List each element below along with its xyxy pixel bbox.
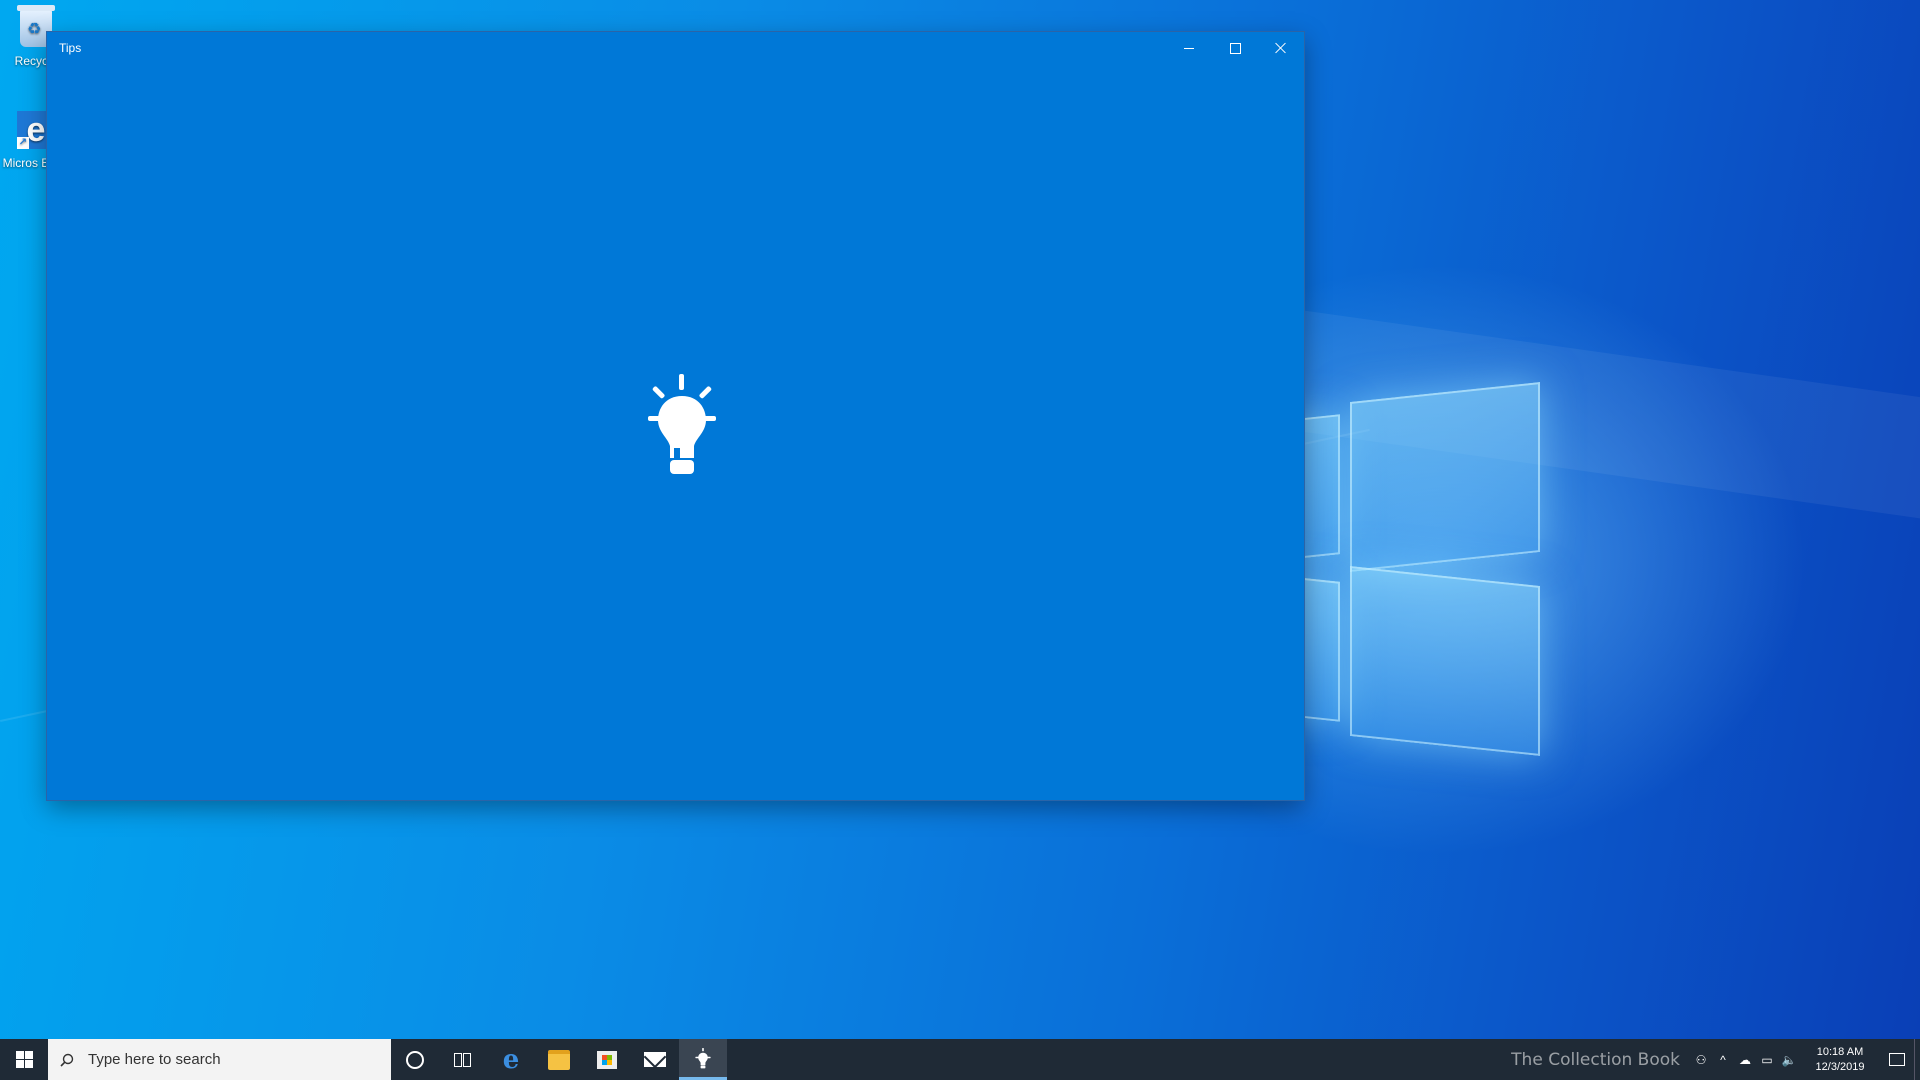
taskbar: Type here to search e The Collection Boo…	[0, 1039, 1920, 1080]
taskbar-mail-button[interactable]	[631, 1039, 679, 1080]
maximize-button[interactable]	[1212, 32, 1258, 64]
close-button[interactable]	[1258, 32, 1304, 64]
onedrive-icon[interactable]: ☁	[1734, 1039, 1756, 1080]
show-desktop-button[interactable]	[1914, 1039, 1920, 1080]
taskbar-store-button[interactable]	[583, 1039, 631, 1080]
taskbar-file-explorer-button[interactable]	[535, 1039, 583, 1080]
watermark-text: The Collection Book	[1511, 1049, 1680, 1070]
close-icon	[1275, 42, 1287, 54]
lightbulb-icon	[695, 1047, 711, 1068]
search-icon	[60, 1053, 74, 1067]
taskbar-edge-button[interactable]: e	[487, 1039, 535, 1080]
action-center-button[interactable]	[1880, 1039, 1914, 1080]
volume-icon[interactable]: 🔈	[1778, 1039, 1800, 1080]
tips-window: Tips	[47, 32, 1304, 800]
edge-icon: e	[502, 1044, 520, 1075]
start-button[interactable]	[0, 1039, 48, 1080]
network-icon[interactable]: ▭	[1756, 1039, 1778, 1080]
window-title: Tips	[59, 41, 82, 55]
desktop: Recycle e↗ Micros Edge Tips	[0, 0, 1920, 1039]
windows-icon	[15, 1051, 33, 1068]
task-view-icon	[454, 1052, 472, 1067]
folder-icon	[548, 1049, 570, 1070]
clock-date: 12/3/2019	[1815, 1060, 1865, 1073]
taskbar-tips-button[interactable]	[679, 1039, 727, 1080]
logo-pane	[1350, 382, 1540, 572]
system-tray: The Collection Book ⚇ ^ ☁ ▭ 🔈 10:18 AM 1…	[1511, 1039, 1920, 1080]
maximize-icon	[1229, 42, 1241, 54]
shortcut-arrow-icon: ↗	[17, 137, 29, 149]
task-view-button[interactable]	[439, 1039, 487, 1080]
logo-pane	[1350, 566, 1540, 756]
minimize-button[interactable]	[1166, 32, 1212, 64]
tray-overflow-chevron-icon[interactable]: ^	[1712, 1039, 1734, 1080]
title-bar[interactable]: Tips	[47, 32, 1304, 64]
search-placeholder: Type here to search	[88, 1051, 221, 1068]
store-icon	[597, 1050, 617, 1069]
cortana-icon	[406, 1050, 424, 1069]
minimize-icon	[1184, 47, 1194, 49]
lightbulb-icon	[648, 374, 716, 474]
clock-time: 10:18 AM	[1816, 1045, 1864, 1058]
tray-people-icon[interactable]: ⚇	[1690, 1039, 1712, 1080]
notification-icon	[1889, 1053, 1905, 1066]
cortana-button[interactable]	[391, 1039, 439, 1080]
clock[interactable]: 10:18 AM 12/3/2019	[1800, 1045, 1880, 1075]
mail-icon	[644, 1052, 666, 1067]
search-box[interactable]: Type here to search	[48, 1039, 391, 1080]
